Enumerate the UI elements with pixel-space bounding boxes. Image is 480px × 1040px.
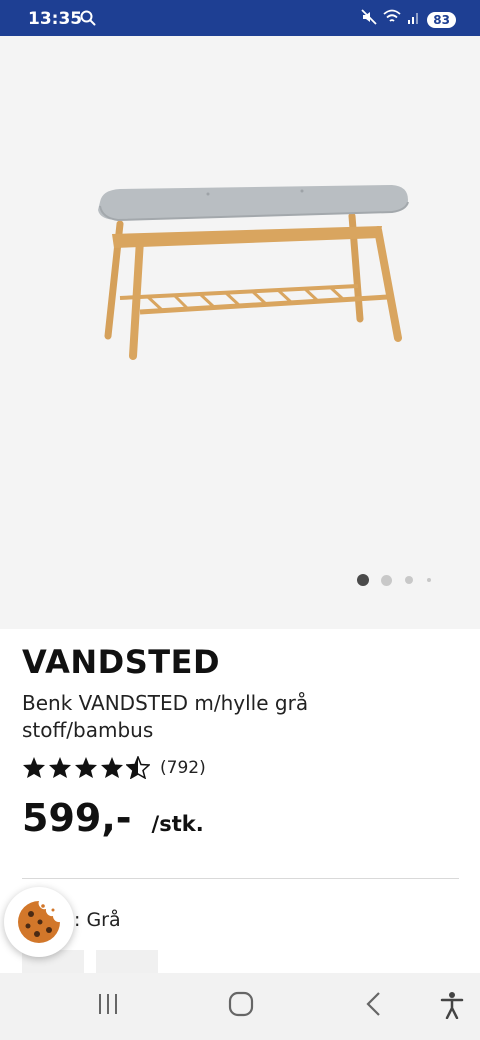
star-icon bbox=[101, 757, 123, 778]
home-icon[interactable] bbox=[228, 991, 254, 1022]
status-icons: 83 bbox=[361, 9, 456, 30]
product-rating[interactable]: (792) bbox=[22, 756, 206, 779]
cookie-icon bbox=[18, 901, 60, 943]
carousel-dot[interactable] bbox=[357, 574, 369, 586]
back-icon[interactable] bbox=[364, 991, 384, 1022]
product-image-carousel[interactable] bbox=[0, 36, 480, 629]
product-price: 599,- /stk. bbox=[22, 796, 204, 840]
product-description: Benk VANDSTED m/hylle grå stoff/bambus bbox=[22, 691, 309, 742]
product-title: VANDSTED bbox=[22, 643, 220, 681]
carousel-dot[interactable] bbox=[427, 578, 431, 582]
carousel-indicator bbox=[357, 574, 431, 586]
accessibility-icon[interactable] bbox=[440, 991, 464, 1024]
star-icon bbox=[23, 757, 45, 778]
price-value: 599,- bbox=[22, 796, 132, 840]
wifi-icon bbox=[383, 9, 401, 30]
status-bar: 13:35 83 bbox=[0, 0, 480, 36]
rating-stars bbox=[22, 756, 150, 779]
battery-indicator: 83 bbox=[427, 11, 456, 28]
price-unit: /stk. bbox=[151, 812, 204, 836]
color-swatch[interactable] bbox=[96, 950, 158, 974]
search-icon bbox=[80, 10, 96, 31]
product-image bbox=[98, 185, 409, 360]
cookie-settings-button[interactable] bbox=[4, 887, 74, 957]
navigation-bar bbox=[0, 973, 480, 1040]
status-time: 13:35 bbox=[28, 9, 83, 29]
color-label: : Grå bbox=[74, 909, 121, 931]
mute-icon bbox=[361, 9, 377, 30]
half-star-icon bbox=[126, 756, 150, 779]
signal-icon bbox=[407, 10, 421, 29]
star-icon bbox=[75, 757, 97, 778]
carousel-dot[interactable] bbox=[405, 576, 413, 584]
divider bbox=[22, 878, 459, 879]
review-count: (792) bbox=[160, 757, 206, 778]
recent-apps-icon[interactable] bbox=[96, 991, 120, 1022]
carousel-dot[interactable] bbox=[381, 574, 392, 586]
star-icon bbox=[49, 757, 71, 778]
